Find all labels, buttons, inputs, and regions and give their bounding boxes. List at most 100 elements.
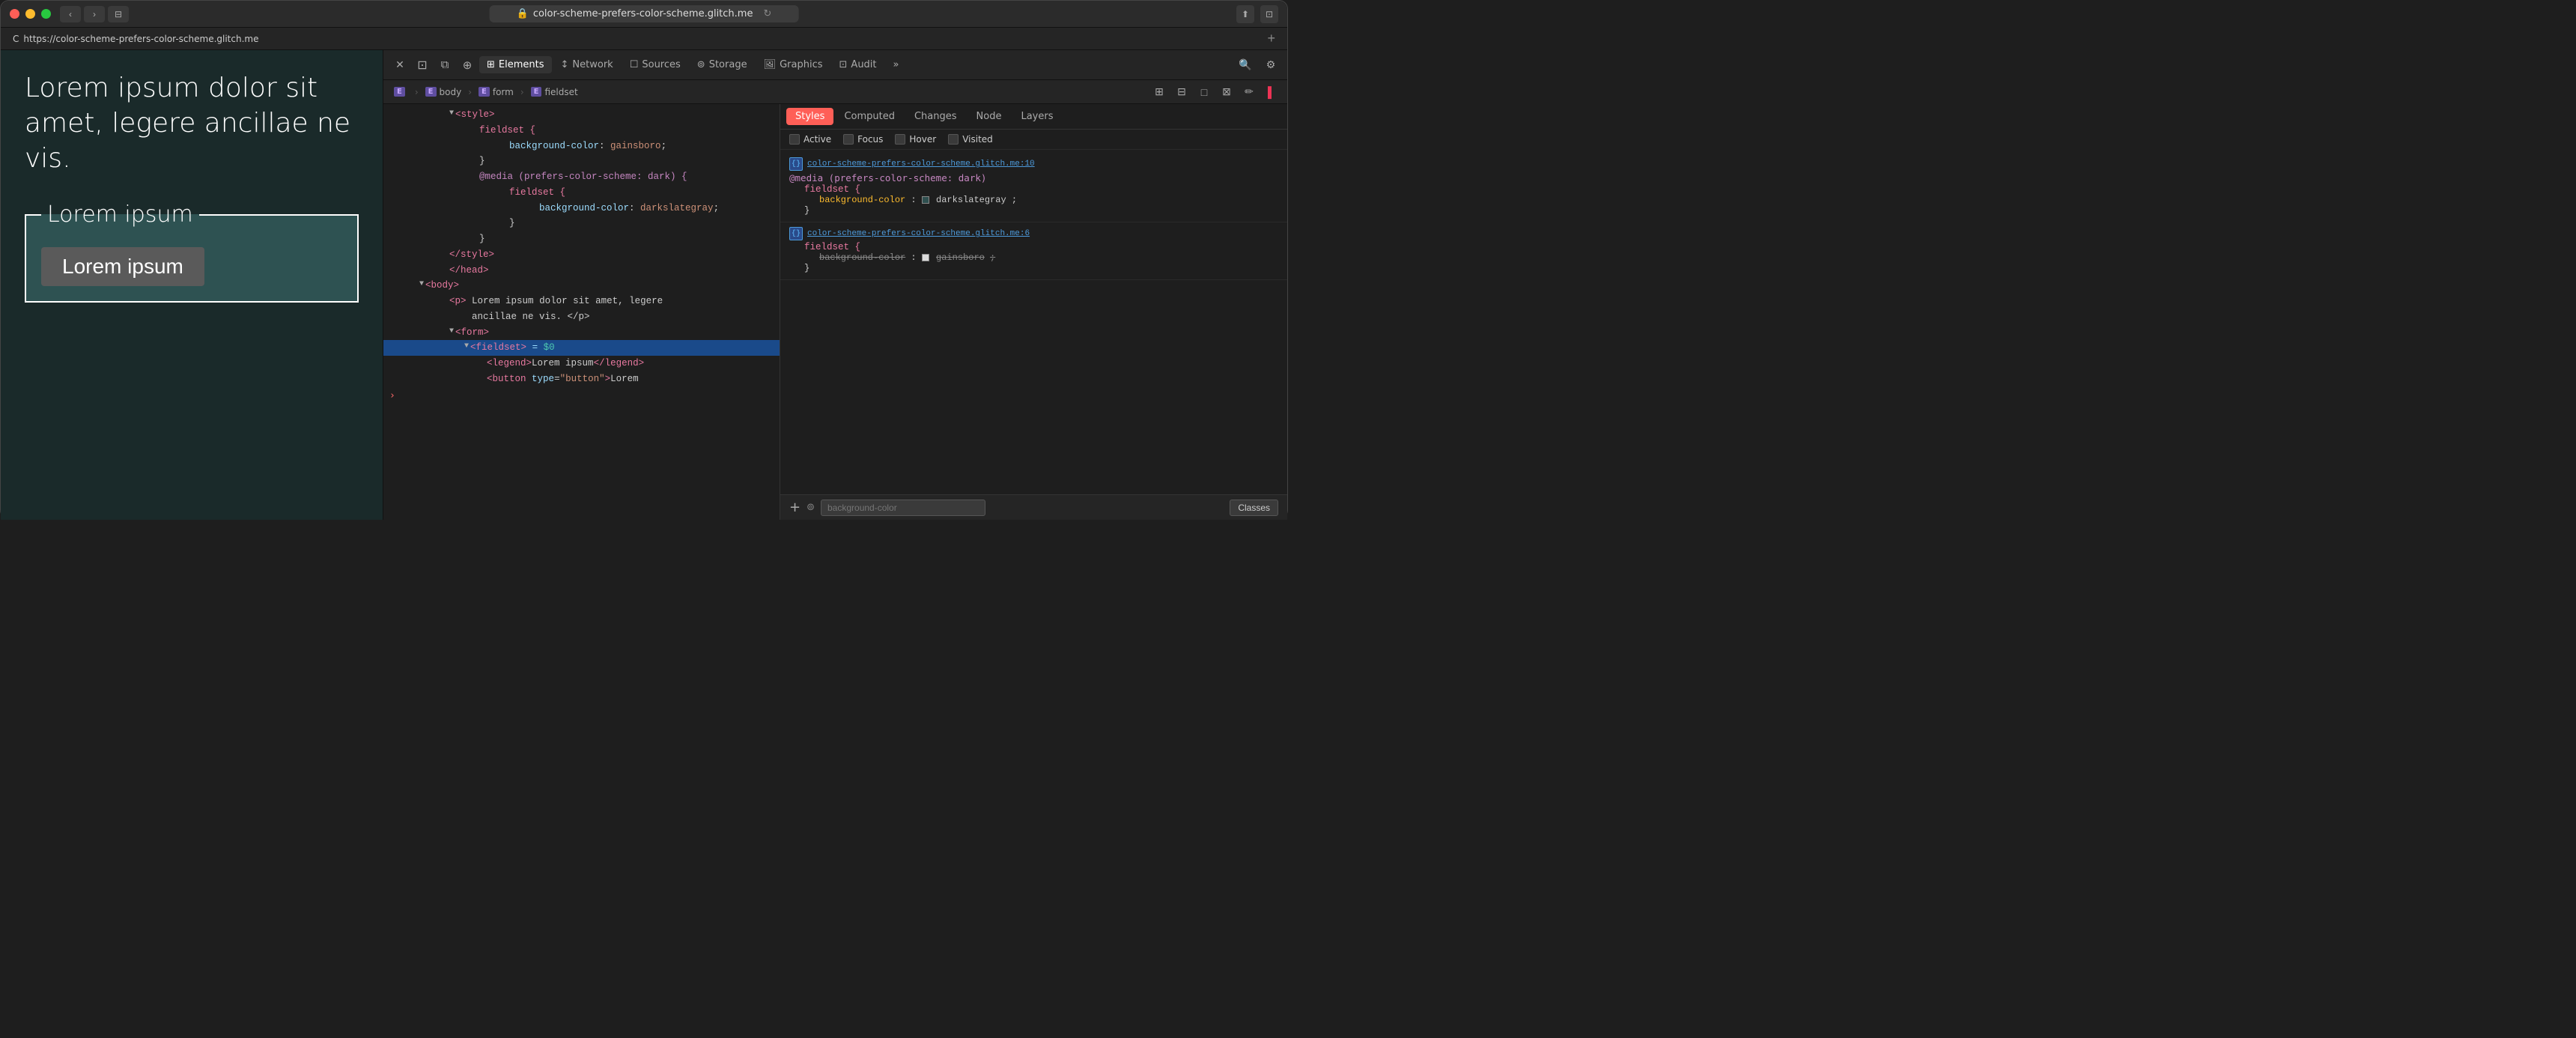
favicon-icon: C bbox=[13, 34, 19, 44]
state-active[interactable]: Active bbox=[789, 134, 831, 145]
tab-changes[interactable]: Changes bbox=[905, 108, 966, 125]
tree-line-p1: <p> Lorem ipsum dolor sit amet, legere bbox=[383, 294, 780, 309]
css-source-link-2[interactable]: color-scheme-prefers-color-scheme.glitch… bbox=[807, 229, 1030, 238]
tab-storage[interactable]: ⊚ Storage bbox=[690, 56, 755, 73]
visited-label: Visited bbox=[962, 134, 993, 145]
grid-icon-2[interactable]: ⊠ bbox=[1217, 82, 1236, 102]
tab-elements[interactable]: ⊞ Elements bbox=[479, 56, 552, 73]
classes-button[interactable]: Classes bbox=[1230, 500, 1278, 516]
devtools-panel: ✕ ⊡ ⧉ ⊕ ⊞ Elements ↕ Network ☐ Sources ⊚… bbox=[383, 50, 1287, 520]
nav-buttons: ‹ › ⊟ bbox=[60, 6, 129, 22]
css-braces-icon-2: {} bbox=[789, 227, 803, 240]
close-button[interactable] bbox=[10, 9, 19, 19]
audit-tab-icon: ⊡ bbox=[839, 59, 848, 70]
tree-line-fieldset-1: fieldset { bbox=[383, 123, 780, 139]
url-text: color-scheme-prefers-color-scheme.glitch… bbox=[533, 8, 753, 19]
tab-bar: 🔒 color-scheme-prefers-color-scheme.glit… bbox=[490, 1, 799, 27]
back-button[interactable]: ‹ bbox=[60, 6, 81, 22]
bc-sep-1: › bbox=[415, 87, 419, 97]
state-focus[interactable]: Focus bbox=[843, 134, 883, 145]
focus-label: Focus bbox=[857, 134, 883, 145]
share-button[interactable]: ⬆ bbox=[1236, 5, 1254, 23]
elements-tab-label: Elements bbox=[499, 59, 544, 70]
tabs-button[interactable]: ⊡ bbox=[1260, 5, 1278, 23]
hover-checkbox[interactable] bbox=[895, 134, 905, 145]
audit-tab-label: Audit bbox=[851, 59, 876, 70]
sources-tab-label: Sources bbox=[642, 59, 680, 70]
grid-icon-1[interactable]: ⊞ bbox=[1149, 82, 1169, 102]
tree-line-close-3: } bbox=[383, 231, 780, 247]
css-rules-list: {} color-scheme-prefers-color-scheme.gli… bbox=[780, 150, 1287, 494]
elements-tree-pane[interactable]: ▼<style> fieldset { background-color: ga… bbox=[383, 104, 780, 520]
breadcrumb-fieldset-label: fieldset bbox=[544, 87, 577, 97]
bc-sep-3: › bbox=[520, 87, 524, 97]
tab-network[interactable]: ↕ Network bbox=[553, 56, 621, 73]
devtools-toolbar: ✕ ⊡ ⧉ ⊕ ⊞ Elements ↕ Network ☐ Sources ⊚… bbox=[383, 50, 1287, 80]
preview-fieldset: Lorem ipsum Lorem ipsum bbox=[25, 200, 359, 303]
state-hover[interactable]: Hover bbox=[895, 134, 936, 145]
tree-line-bg-gainsboro: background-color: gainsboro; bbox=[383, 139, 780, 154]
more-tabs-label: » bbox=[893, 59, 899, 70]
breadcrumb-form[interactable]: E form bbox=[474, 85, 518, 99]
tab-sources[interactable]: ☐ Sources bbox=[622, 56, 688, 73]
box-model-icon[interactable]: □ bbox=[1194, 82, 1214, 102]
focus-checkbox[interactable] bbox=[843, 134, 854, 145]
element-picker-icon[interactable]: ⊡ bbox=[412, 55, 433, 76]
tree-line-close-1: } bbox=[383, 154, 780, 169]
css-prop-bg-1: background-color bbox=[819, 195, 905, 205]
css-source-link-1[interactable]: color-scheme-prefers-color-scheme.glitch… bbox=[807, 160, 1035, 169]
styles-tabs-row: Styles Computed Changes Node Layers bbox=[780, 104, 1287, 130]
tab-styles[interactable]: Styles bbox=[786, 108, 833, 125]
minimize-button[interactable] bbox=[25, 9, 35, 19]
tab-computed[interactable]: Computed bbox=[835, 108, 904, 125]
state-checkboxes-row: Active Focus Hover Visited bbox=[780, 130, 1287, 150]
tab-node[interactable]: Node bbox=[967, 108, 1011, 125]
visited-checkbox[interactable] bbox=[948, 134, 959, 145]
breadcrumb-e[interactable]: E bbox=[389, 85, 413, 98]
device-icon[interactable]: ⧉ bbox=[434, 55, 455, 76]
state-visited[interactable]: Visited bbox=[948, 134, 993, 145]
address-bar[interactable]: 🔒 color-scheme-prefers-color-scheme.glit… bbox=[490, 5, 799, 22]
tree-line-form: ▼<form> bbox=[383, 325, 780, 341]
breadcrumb-body[interactable]: E body bbox=[421, 85, 467, 99]
active-checkbox[interactable] bbox=[789, 134, 800, 145]
css-val-darkslategray: darkslategray bbox=[936, 195, 1006, 205]
window-buttons: ⬆ ⊡ bbox=[1236, 5, 1278, 23]
console-prompt[interactable]: › bbox=[383, 387, 780, 404]
settings-button[interactable]: ⚙ bbox=[1260, 55, 1281, 76]
tree-line-fieldset-2: fieldset { bbox=[383, 185, 780, 201]
breadcrumb-row: E › E body › E form › E fieldset ⊞ ⊟ □ ⊠ bbox=[383, 80, 1287, 104]
tab-audit[interactable]: ⊡ Audit bbox=[832, 56, 884, 73]
devtools-close-button[interactable]: ✕ bbox=[389, 55, 410, 76]
lock-icon: 🔒 bbox=[517, 8, 529, 19]
at-rule-text: @media (prefers-color-scheme: dark) bbox=[789, 172, 1278, 184]
maximize-button[interactable] bbox=[41, 9, 51, 19]
tab-more[interactable]: » bbox=[886, 56, 907, 73]
console-arrow: › bbox=[389, 390, 395, 401]
css-source-2: {} color-scheme-prefers-color-scheme.gli… bbox=[789, 227, 1278, 240]
search-button[interactable]: 🔍 bbox=[1235, 55, 1256, 76]
reader-button[interactable]: ⊟ bbox=[108, 6, 129, 22]
tree-line-head-close: </head> bbox=[383, 263, 780, 279]
tree-line-close-2: } bbox=[383, 216, 780, 231]
breadcrumb-fieldset[interactable]: E fieldset bbox=[526, 85, 583, 99]
hover-label: Hover bbox=[909, 134, 936, 145]
storage-tab-label: Storage bbox=[709, 59, 747, 70]
filter-styles-input[interactable] bbox=[821, 500, 985, 516]
titlebar: ‹ › ⊟ 🔒 color-scheme-prefers-color-schem… bbox=[1, 1, 1287, 28]
add-rule-icon[interactable]: + bbox=[789, 500, 801, 515]
tab-layers[interactable]: Layers bbox=[1012, 108, 1062, 125]
tab-graphics[interactable]: 🖼 Graphics bbox=[756, 56, 830, 73]
preview-button[interactable]: Lorem ipsum bbox=[41, 247, 204, 286]
sources-tab-icon: ☐ bbox=[630, 59, 639, 70]
new-tab-button[interactable]: + bbox=[1267, 31, 1275, 46]
reload-icon[interactable]: ↻ bbox=[763, 8, 771, 19]
edit-icon[interactable]: ✏ bbox=[1239, 82, 1259, 102]
breadcrumb-tools: ⊞ ⊟ □ ⊠ ✏ ▌ bbox=[1149, 82, 1281, 102]
tree-line-fieldset-selected[interactable]: ▼<fieldset> = $0 bbox=[383, 340, 780, 356]
forward-button[interactable]: › bbox=[84, 6, 105, 22]
css-prop-row-2: background-color : gainsboro ; bbox=[804, 252, 1278, 263]
inspector-icon[interactable]: ⊕ bbox=[457, 55, 478, 76]
highlight-icon[interactable]: ▌ bbox=[1262, 82, 1281, 102]
print-icon[interactable]: ⊟ bbox=[1172, 82, 1191, 102]
